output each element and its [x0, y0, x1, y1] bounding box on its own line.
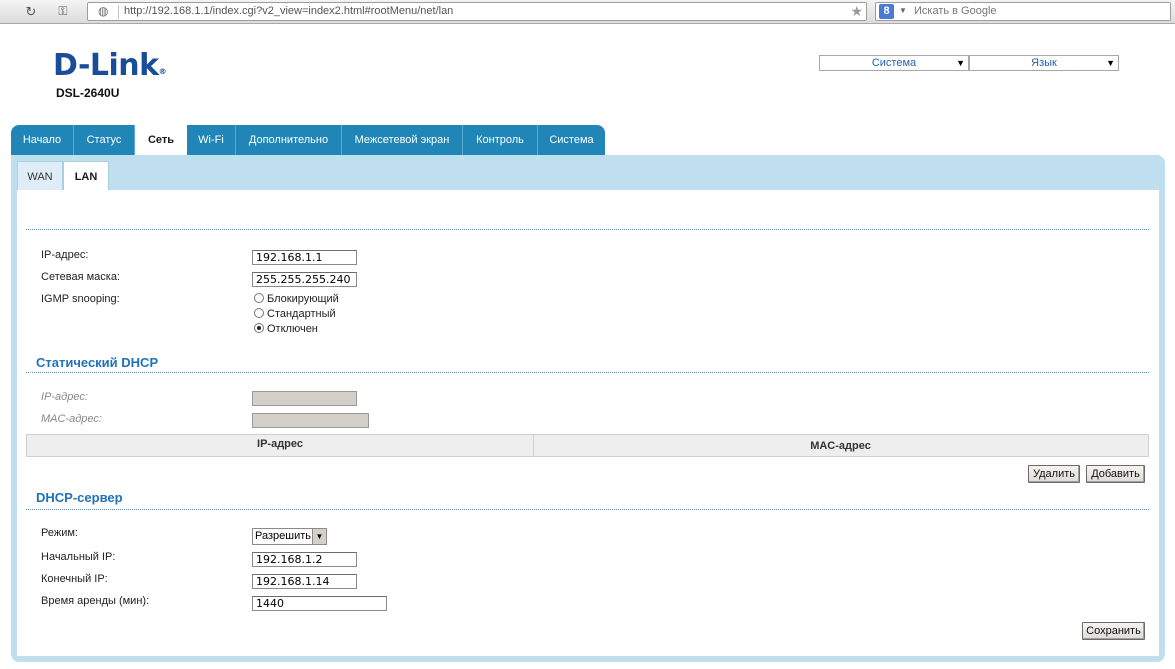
static-mac-label: MAC-адрес:	[41, 413, 102, 425]
tab-status[interactable]: Статус	[74, 125, 135, 155]
igmp-radio-blocking[interactable]: Блокирующий	[254, 293, 339, 305]
chevron-down-icon: ▼	[1106, 58, 1115, 68]
divider	[26, 509, 1149, 510]
language-select-label: Язык	[1031, 57, 1057, 69]
igmp-radio-standard[interactable]: Стандартный	[254, 308, 336, 320]
chevron-down-icon: ▼	[956, 58, 965, 68]
url-separator	[118, 5, 119, 19]
static-ip-input	[252, 391, 357, 406]
reload-icon[interactable]: ↻	[22, 3, 40, 20]
dhcp-mode-select[interactable]: Разрешить ▼	[252, 528, 327, 545]
address-bar[interactable]: ◍ http://192.168.1.1/index.cgi?v2_view=i…	[87, 2, 867, 21]
start-ip-input[interactable]: 192.168.1.2	[252, 552, 357, 567]
bookmark-star-icon[interactable]: ★	[850, 3, 863, 20]
add-button[interactable]: Добавить	[1086, 465, 1145, 483]
column-ip-address: IP-адрес	[257, 438, 303, 450]
tab-control[interactable]: Контроль	[463, 125, 538, 155]
ip-address-label: IP-адрес:	[41, 249, 89, 261]
subtab-lan[interactable]: LAN	[63, 161, 109, 191]
static-dhcp-table-header: IP-адрес MAC-адрес	[26, 434, 1149, 457]
site-info-icon[interactable]: ◍	[98, 4, 108, 18]
start-ip-label: Начальный IP:	[41, 551, 116, 563]
dhcp-server-title: DHCP-сервер	[36, 490, 123, 505]
key-icon[interactable]: ⚿	[52, 3, 74, 20]
static-mac-input	[252, 413, 369, 428]
tab-system[interactable]: Система	[538, 125, 605, 155]
divider	[26, 372, 1149, 373]
tab-home[interactable]: Начало	[11, 125, 74, 155]
search-engine-icon[interactable]: 8	[879, 4, 894, 19]
igmp-radio-disabled[interactable]: Отключен	[254, 323, 318, 335]
dhcp-mode-value: Разрешить	[255, 530, 311, 542]
end-ip-input[interactable]: 192.168.1.14	[252, 574, 357, 589]
lan-settings-form	[17, 190, 1159, 656]
lease-time-label: Время аренды (мин):	[41, 595, 150, 607]
static-dhcp-title: Статический DHCP	[36, 355, 159, 370]
save-button[interactable]: Сохранить	[1082, 622, 1145, 640]
main-nav: Начало Статус Сеть Wi-Fi Дополнительно М…	[11, 125, 605, 155]
delete-button[interactable]: Удалить	[1028, 465, 1080, 483]
ip-address-input[interactable]: 192.168.1.1	[252, 250, 357, 265]
subnet-mask-label: Сетевая маска:	[41, 271, 120, 283]
model-name: DSL-2640U	[56, 86, 120, 100]
igmp-snooping-label: IGMP snooping:	[41, 293, 120, 305]
chevron-down-icon[interactable]: ▼	[312, 529, 326, 544]
end-ip-label: Конечный IP:	[41, 573, 108, 585]
divider	[26, 229, 1149, 230]
lease-time-input[interactable]: 1440	[252, 596, 387, 611]
logo-text: D-Link	[53, 48, 159, 83]
dlink-logo: D-Link®	[53, 48, 167, 83]
subtab-wan[interactable]: WAN	[17, 161, 63, 191]
search-box[interactable]: 8 ▼ Искать в Google	[875, 2, 1171, 21]
static-ip-label: IP-адрес:	[41, 391, 88, 403]
dhcp-mode-label: Режим:	[41, 527, 78, 539]
tab-network[interactable]: Сеть	[135, 125, 187, 155]
tab-wifi[interactable]: Wi-Fi	[187, 125, 236, 155]
igmp-option-label: Стандартный	[267, 308, 336, 320]
tab-advanced[interactable]: Дополнительно	[236, 125, 342, 155]
browser-toolbar: ↻ ⚿ ◍ http://192.168.1.1/index.cgi?v2_vi…	[0, 0, 1175, 24]
system-select-label: Система	[871, 57, 917, 69]
column-mac-address: MAC-адрес	[810, 440, 871, 452]
language-select[interactable]: Язык ▼	[969, 55, 1119, 71]
igmp-option-label: Отключен	[267, 323, 318, 335]
tab-firewall[interactable]: Межсетевой экран	[342, 125, 463, 155]
search-engine-dropdown-icon[interactable]: ▼	[899, 6, 907, 15]
igmp-option-label: Блокирующий	[267, 293, 339, 305]
search-placeholder[interactable]: Искать в Google	[914, 5, 997, 17]
subnet-mask-input[interactable]: 255.255.255.240	[252, 272, 357, 287]
system-select[interactable]: Система ▼	[819, 55, 969, 71]
url-text[interactable]: http://192.168.1.1/index.cgi?v2_view=ind…	[124, 5, 453, 17]
